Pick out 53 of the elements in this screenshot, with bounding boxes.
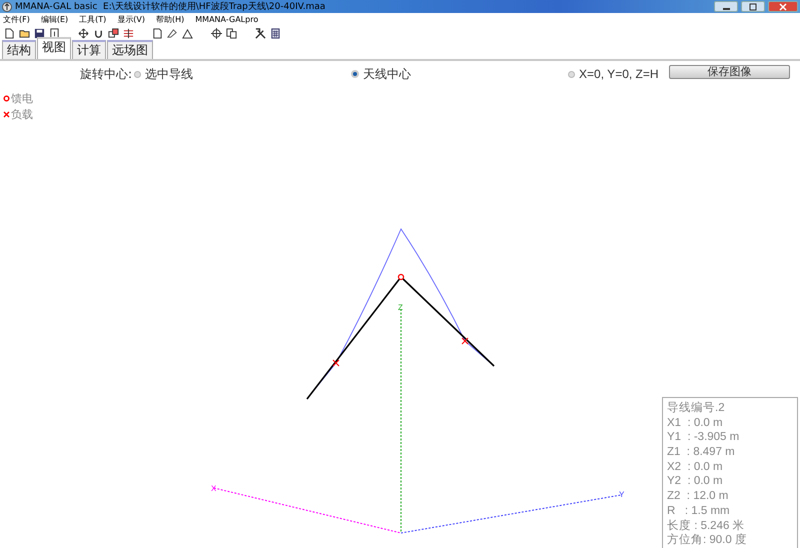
axis-label: X <box>211 484 216 493</box>
menu-item[interactable]: MMANA-GALpro <box>195 14 258 24</box>
lines-icon[interactable] <box>123 28 134 38</box>
tab[interactable]: 计算 <box>72 40 106 59</box>
close-icon <box>779 2 787 10</box>
wire-info-line: X1 : 0.0 m <box>667 416 724 430</box>
close-button[interactable] <box>768 1 798 12</box>
menu-item[interactable]: 工具(T) <box>79 14 106 24</box>
wire-info-line: Z1 : 8.497 m <box>667 445 736 460</box>
maximize-button[interactable] <box>741 1 765 12</box>
radio-label: 选中导线 <box>145 66 194 82</box>
target-icon[interactable] <box>211 28 222 38</box>
load-marker <box>332 360 340 366</box>
rotation-center-label: 旋转中心: <box>80 66 132 82</box>
wire-info-line: R : 1.5 mm <box>667 504 731 519</box>
restore-icon <box>749 2 757 10</box>
radio-button[interactable] <box>568 70 576 78</box>
radio-label: X=0, Y=0, Z=H <box>579 67 659 81</box>
legend-label: 馈电 <box>11 91 33 106</box>
copy-icon[interactable] <box>226 28 237 38</box>
wire-info-line: Y2 : 0.0 m <box>667 474 724 490</box>
radio-button[interactable] <box>134 70 142 78</box>
tab[interactable]: 视图 <box>37 37 71 59</box>
wire-info-line: Z2 : 12.0 m <box>667 489 730 504</box>
app-icon <box>2 2 12 12</box>
menu-item[interactable]: 显示(V) <box>117 14 145 24</box>
wire-info-line: 方位角: 90.0 度 <box>667 533 748 548</box>
axis-label: Y <box>619 490 624 499</box>
radio-button[interactable] <box>351 70 360 78</box>
wire-info-line: 导线编号.2 <box>667 400 726 416</box>
save-image-button[interactable]: 保存图像 <box>669 65 790 79</box>
calculator-icon[interactable] <box>270 28 281 38</box>
pen-icon[interactable] <box>167 28 178 38</box>
page-icon[interactable] <box>152 28 163 38</box>
feed-marker <box>398 274 404 280</box>
legend-label: 负载 <box>11 107 33 122</box>
triangle-icon[interactable] <box>182 28 193 38</box>
menu-item[interactable]: 编辑(E) <box>40 14 68 24</box>
tab[interactable]: 远场图 <box>107 40 153 59</box>
minimize-button[interactable] <box>714 1 738 12</box>
menu-item[interactable]: 帮助(H) <box>156 14 184 24</box>
minimize-icon <box>722 8 730 10</box>
tab[interactable]: 结构 <box>2 40 36 59</box>
load-marker <box>462 338 468 344</box>
menu-item[interactable]: 文件(F) <box>3 14 30 24</box>
wire-info-line: 长度 : 5.246 米 <box>667 518 746 533</box>
window-title: MMANA-GAL basic E:\天线设计软件的使用\HF波段Trap天线\20-40IV.maa <box>15 0 326 13</box>
radio-label: 天线中心 <box>363 66 412 82</box>
wire-info-line: X2 : 0.0 m <box>667 460 724 474</box>
save-icon[interactable] <box>34 28 45 38</box>
move-icon[interactable] <box>78 28 89 38</box>
wire-info-line: Y1 : -3.905 m <box>667 430 740 446</box>
tools-icon[interactable] <box>255 28 266 38</box>
